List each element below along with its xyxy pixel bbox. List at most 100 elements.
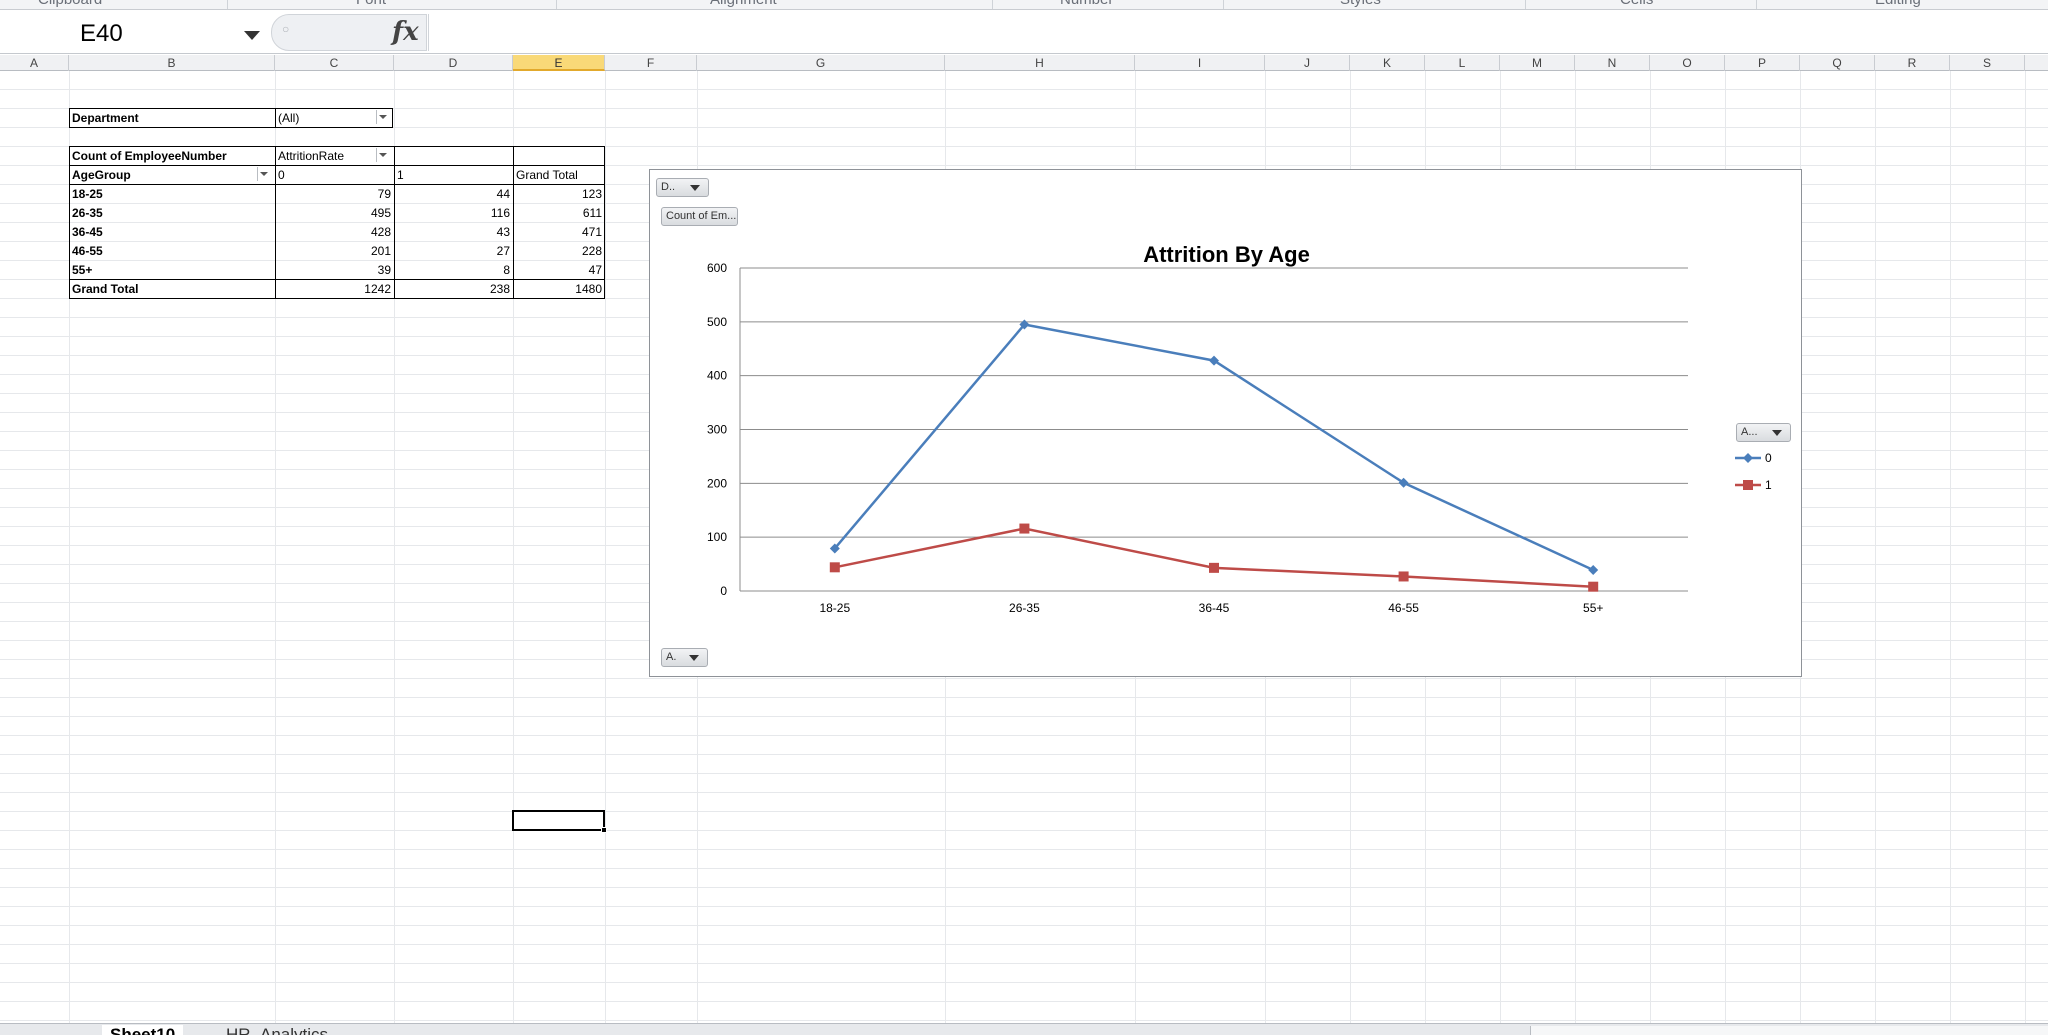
- x-tick-label: 26-35: [1009, 601, 1040, 615]
- ribbon-separator: [1223, 0, 1224, 9]
- grid-line: [0, 944, 2048, 945]
- pivot-row-label: 36-45: [72, 225, 103, 239]
- ribbon-group-font[interactable]: Font: [356, 0, 386, 8]
- data-point: [1588, 581, 1599, 592]
- data-point: [1019, 523, 1030, 534]
- grid-line: [0, 678, 2048, 679]
- fill-handle[interactable]: [601, 827, 607, 833]
- column-header-b[interactable]: B: [69, 55, 275, 71]
- grid-line: [605, 71, 606, 1023]
- x-tick-label: 36-45: [1199, 601, 1230, 615]
- ribbon-separator: [1525, 0, 1526, 9]
- chart-values-button[interactable]: Count of Em...: [661, 207, 738, 226]
- column-header-c[interactable]: C: [275, 55, 394, 71]
- column-header-o[interactable]: O: [1650, 55, 1725, 71]
- grid-line: [0, 906, 2048, 907]
- pivot-col-key-1: 1: [397, 168, 404, 182]
- chevron-down-icon[interactable]: [244, 31, 260, 40]
- column-header-e[interactable]: E: [513, 55, 605, 71]
- column-header-l[interactable]: L: [1425, 55, 1500, 71]
- sheet-tab-sheet10[interactable]: Sheet10: [102, 1025, 184, 1035]
- ribbon-separator: [992, 0, 993, 9]
- pivot-value: 79: [377, 187, 391, 201]
- column-header-m[interactable]: M: [1500, 55, 1575, 71]
- column-header-s[interactable]: S: [1950, 55, 2025, 71]
- column-header-r[interactable]: R: [1875, 55, 1950, 71]
- row-field-dropdown-icon[interactable]: [257, 167, 270, 181]
- column-header-f[interactable]: F: [605, 55, 697, 71]
- sheet-tab-hr-analytics[interactable]: HR_Analytics: [218, 1025, 336, 1035]
- column-header-p[interactable]: P: [1725, 55, 1800, 71]
- formula-input[interactable]: [428, 14, 2048, 51]
- grid-line: [0, 754, 2048, 755]
- chevron-down-icon: [1772, 430, 1782, 436]
- ribbon-group-clipboard[interactable]: Clipboard: [38, 0, 102, 8]
- y-tick-label: 500: [707, 315, 727, 329]
- insert-function-icon[interactable]: fx: [392, 17, 419, 47]
- pivot-value: 8: [503, 263, 510, 277]
- x-tick-label: 18-25: [819, 601, 850, 615]
- pivot-value: 43: [496, 225, 510, 239]
- grid-line: [0, 811, 2048, 812]
- formula-bar: E40 ○ fx: [0, 10, 2048, 54]
- grid-line: [0, 849, 2048, 850]
- column-header-k[interactable]: K: [1350, 55, 1425, 71]
- pivot-row-total: 123: [581, 187, 602, 201]
- ribbon-group-styles[interactable]: Styles: [1340, 0, 1381, 8]
- column-header-g[interactable]: G: [697, 55, 945, 71]
- pivot-chart[interactable]: 0 100 200 300 400 500 600 18-25 26-35 36-45 46-55 5…: [649, 169, 1802, 677]
- legend-marker: [1743, 453, 1753, 463]
- chart-axis-field-button[interactable]: A.: [661, 648, 708, 667]
- grid-line: [0, 773, 2048, 774]
- grid-line: [0, 887, 2048, 888]
- pivot-value: 428: [370, 225, 391, 239]
- y-tick-label: 300: [707, 423, 727, 437]
- column-header-a[interactable]: A: [0, 55, 69, 71]
- y-tick-label: 100: [707, 530, 727, 544]
- column-header-q[interactable]: Q: [1800, 55, 1875, 71]
- pivot-row-total: 611: [582, 206, 602, 220]
- grid-line: [0, 89, 2048, 90]
- ribbon-group-number[interactable]: Number: [1060, 0, 1113, 8]
- y-tick-label: 200: [707, 476, 727, 490]
- pivot-value: 116: [490, 206, 510, 220]
- chart-filter-label: D..: [661, 181, 676, 193]
- chevron-down-icon: [689, 655, 699, 661]
- column-header-h[interactable]: H: [945, 55, 1135, 71]
- grid-line: [0, 1001, 2048, 1002]
- grid-line: [0, 735, 2048, 736]
- legend-label: 1: [1765, 478, 1772, 492]
- ribbon-group-editing[interactable]: Editing: [1875, 0, 1921, 8]
- horizontal-scrollbar[interactable]: [1530, 1026, 2048, 1035]
- ribbon-separator: [1756, 0, 1757, 9]
- data-point: [1398, 571, 1409, 582]
- column-header-j[interactable]: J: [1265, 55, 1350, 71]
- column-header-n[interactable]: N: [1575, 55, 1650, 71]
- pivot-row-field[interactable]: AgeGroup: [69, 166, 255, 185]
- chart-filter-button[interactable]: D..: [656, 178, 709, 197]
- pivot-values-label: Count of EmployeeNumber: [72, 149, 227, 163]
- pivot-row-label: 18-25: [72, 187, 103, 201]
- column-header-d[interactable]: D: [394, 55, 513, 71]
- filter-dropdown-icon[interactable]: [376, 110, 389, 124]
- pivot-value: 44: [496, 187, 510, 201]
- pivot-filter-value[interactable]: (All): [275, 109, 375, 128]
- active-cell-cursor[interactable]: [512, 810, 605, 831]
- pivot-filter-label: Department: [72, 111, 139, 125]
- pivot-column-field[interactable]: AttritionRate: [275, 147, 375, 166]
- chart-legend-field-button[interactable]: A...: [1736, 423, 1791, 442]
- grid-line: [0, 868, 2048, 869]
- ribbon-group-cells[interactable]: Cells: [1620, 0, 1653, 8]
- name-box-value[interactable]: E40: [80, 20, 123, 48]
- name-box[interactable]: E40: [0, 14, 268, 50]
- grid-line: [0, 716, 2048, 717]
- legend-label: 0: [1765, 451, 1772, 465]
- pivot-row-label: 26-35: [72, 206, 103, 220]
- column-header-i[interactable]: I: [1135, 55, 1265, 71]
- ribbon-group-alignment[interactable]: Alignment: [710, 0, 777, 8]
- pivot-value: 39: [377, 263, 391, 277]
- column-field-dropdown-icon[interactable]: [376, 148, 389, 162]
- pivot-row-label: 46-55: [72, 244, 103, 258]
- legend-marker: [1743, 480, 1753, 490]
- column-headers: A B C D E F G H I J K L M N O P Q R S: [0, 55, 2048, 71]
